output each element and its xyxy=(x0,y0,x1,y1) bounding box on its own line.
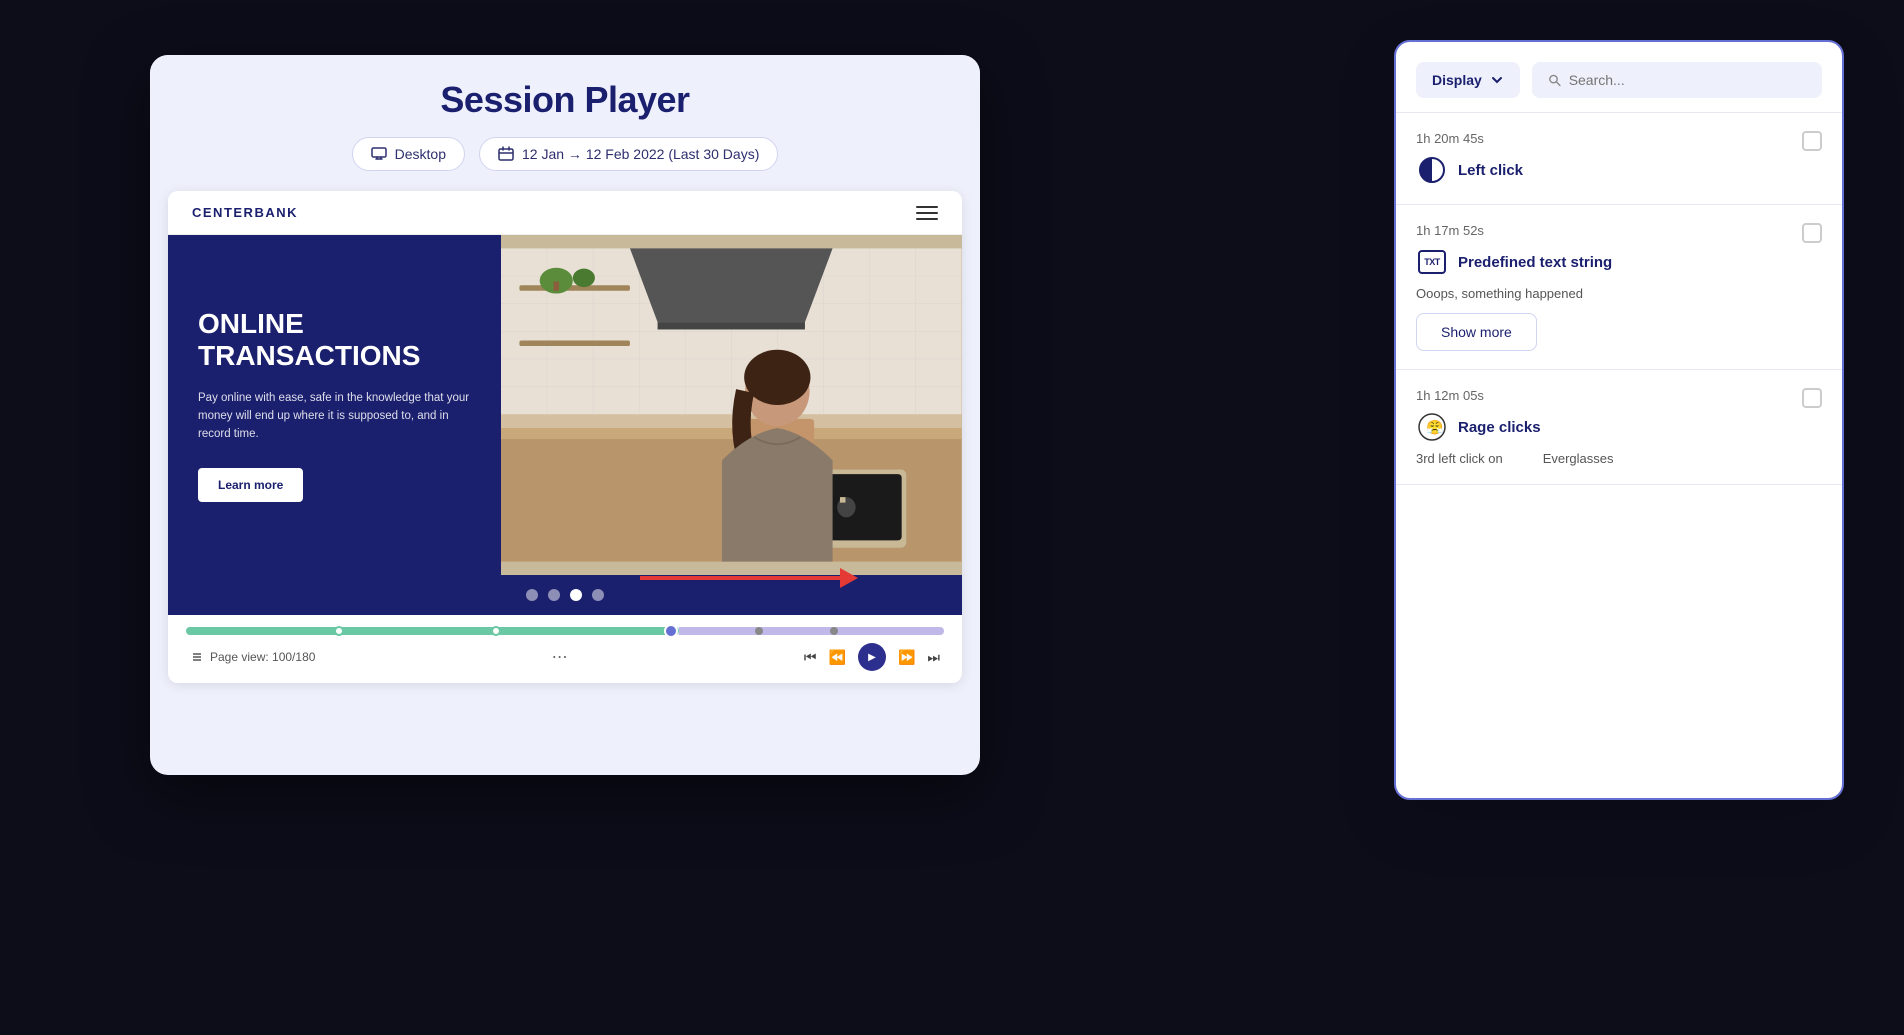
search-box[interactable] xyxy=(1532,62,1822,98)
event-checkbox-3[interactable] xyxy=(1802,388,1822,408)
event-checkbox-2[interactable] xyxy=(1802,223,1822,243)
event-item-left-click: 1h 20m 45s Left click xyxy=(1396,113,1842,205)
progress-filled xyxy=(186,627,679,635)
hero-desc: Pay online with ease, safe in the knowle… xyxy=(198,389,471,444)
dot-2[interactable] xyxy=(548,589,560,601)
fast-forward-button[interactable]: ⏩ xyxy=(898,649,915,666)
display-label: Display xyxy=(1432,72,1482,88)
skip-to-start-button[interactable]: ⏮ xyxy=(804,649,817,666)
hero-illustration xyxy=(501,235,962,575)
event-item-predefined-text: 1h 17m 52s TXT Predefined text string Oo… xyxy=(1396,205,1842,370)
event-label-2: Predefined text string xyxy=(1458,254,1612,271)
list-icon xyxy=(190,650,204,664)
date-range-pill[interactable]: 12 Jan → 12 Feb 2022 (Last 30 Days) xyxy=(479,137,778,171)
site-brand: CENTERBANK xyxy=(192,205,298,220)
panel-body: 1h 20m 45s Left click 1h 17m 52s TXT Pre… xyxy=(1396,113,1842,798)
event-item-rage-clicks: 1h 12m 05s 😤 Rage clicks 3rd left cl xyxy=(1396,370,1842,485)
learn-more-button[interactable]: Learn more xyxy=(198,468,303,502)
event-subtext-2: Ooops, something happened xyxy=(1416,286,1822,301)
progress-remaining xyxy=(679,627,944,635)
event-title-row-1: Left click xyxy=(1416,154,1822,186)
chevron-down-icon xyxy=(1490,73,1504,87)
event-title-row-3: 😤 Rage clicks xyxy=(1416,411,1822,443)
browser-window: Session Player Desktop 12 Jan → 12 Feb 2… xyxy=(150,55,980,775)
event-checkbox-1[interactable] xyxy=(1802,131,1822,151)
progress-track[interactable] xyxy=(186,627,944,635)
search-input[interactable] xyxy=(1569,72,1806,88)
player-bottom: Page view: 100/180 ⋯ ⏮ ⏪ ▶ ⏩ ⏭ xyxy=(186,643,944,671)
player-controls: ⏮ ⏪ ▶ ⏩ ⏭ xyxy=(804,643,940,671)
progress-bar-area: Page view: 100/180 ⋯ ⏮ ⏪ ▶ ⏩ ⏭ xyxy=(168,615,962,683)
red-arrow xyxy=(640,568,858,588)
page-title: Session Player xyxy=(440,79,689,121)
dot-1[interactable] xyxy=(526,589,538,601)
rage-click-sub-left: 3rd left click on xyxy=(1416,451,1503,466)
hamburger-icon[interactable] xyxy=(916,206,938,220)
event-time-1: 1h 20m 45s xyxy=(1416,131,1822,146)
event-time-3: 1h 12m 05s xyxy=(1416,388,1822,403)
site-navbar: CENTERBANK xyxy=(168,191,962,235)
display-button[interactable]: Display xyxy=(1416,62,1520,98)
device-label: Desktop xyxy=(395,146,446,162)
scene: Session Player Desktop 12 Jan → 12 Feb 2… xyxy=(0,0,1904,1035)
hero-image xyxy=(501,235,962,575)
event-sub-detail-3: 3rd left click on Everglasses xyxy=(1416,451,1822,466)
arrow-line xyxy=(640,576,840,580)
rage-click-sub-right: Everglasses xyxy=(1543,451,1614,466)
progress-marker-2 xyxy=(491,626,501,636)
date-range-label: 12 Jan → 12 Feb 2022 (Last 30 Days) xyxy=(522,146,759,162)
play-button[interactable]: ▶ xyxy=(858,643,886,671)
site-hero: ONLINETRANSACTIONS Pay online with ease,… xyxy=(168,235,962,575)
svg-text:😤: 😤 xyxy=(1426,419,1444,435)
website-frame: CENTERBANK ONLINETRANSACTIONS Pay online… xyxy=(168,191,962,683)
event-label-1: Left click xyxy=(1458,162,1523,179)
hero-title: ONLINETRANSACTIONS xyxy=(198,308,471,372)
skip-to-end-button[interactable]: ⏭ xyxy=(927,649,940,666)
hero-left: ONLINETRANSACTIONS Pay online with ease,… xyxy=(168,235,501,575)
rage-clicks-svg: 😤 xyxy=(1417,412,1447,442)
dot-3[interactable] xyxy=(570,589,582,601)
browser-header: Session Player Desktop 12 Jan → 12 Feb 2… xyxy=(150,55,980,191)
event-label-3: Rage clicks xyxy=(1458,419,1541,436)
device-pill[interactable]: Desktop xyxy=(352,137,465,171)
progress-dot-1 xyxy=(755,627,763,635)
event-time-2: 1h 17m 52s xyxy=(1416,223,1822,238)
rewind-button[interactable]: ⏪ xyxy=(829,649,846,666)
rage-click-icon: 😤 xyxy=(1416,411,1448,443)
dot-4[interactable] xyxy=(592,589,604,601)
events-panel: Display 1h 20m 45s xyxy=(1394,40,1844,800)
calendar-icon xyxy=(498,146,514,162)
more-button[interactable]: ⋯ xyxy=(552,647,568,667)
progress-current-dot xyxy=(664,624,678,638)
search-icon xyxy=(1548,73,1561,87)
desktop-icon xyxy=(371,146,387,162)
txt-icon: TXT xyxy=(1416,246,1448,278)
page-view-label: Page view: 100/180 xyxy=(190,650,315,664)
progress-marker-1 xyxy=(334,626,344,636)
page-view-text: Page view: 100/180 xyxy=(210,650,315,664)
event-title-row-2: TXT Predefined text string xyxy=(1416,246,1822,278)
left-click-icon xyxy=(1416,154,1448,186)
show-more-button[interactable]: Show more xyxy=(1416,313,1537,351)
browser-controls: Desktop 12 Jan → 12 Feb 2022 (Last 30 Da… xyxy=(352,137,779,171)
panel-header: Display xyxy=(1396,42,1842,113)
arrow-head xyxy=(840,568,858,588)
